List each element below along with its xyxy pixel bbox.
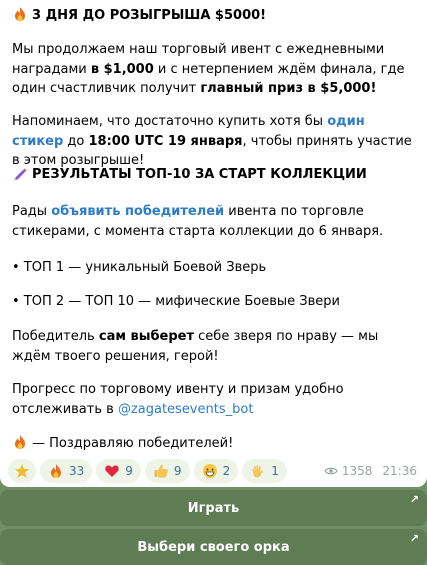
bot-link[interactable]: @zagatesevents_bot [118, 402, 253, 417]
post-paragraph-reminder: Напоминаем, что достаточно купить хотя б… [12, 114, 412, 168]
reaction-clap[interactable]: 1 [242, 459, 287, 483]
heart-icon [105, 465, 119, 477]
reactions-bar: 33 9 9 2 1 [8, 459, 287, 483]
post-paragraph-progress: Прогресс по торговому ивенту и призам уд… [12, 382, 344, 417]
reaction-fire[interactable]: 33 [40, 459, 93, 483]
post-paragraph-winners: Рады объявить победителей ивента по торг… [12, 204, 384, 239]
eye-icon [324, 467, 338, 475]
grin-icon [202, 464, 217, 478]
post-paragraph-winner-choice: Победитель сам выберет себе зверя по нра… [12, 329, 379, 364]
post-meta: 1358 21:36 [324, 464, 417, 478]
reaction-grin[interactable]: 2 [193, 459, 239, 483]
post-congrats-line: — Поздравляю победителей! [12, 434, 417, 454]
reaction-count: 2 [222, 464, 231, 478]
pen-icon [14, 168, 27, 181]
star-icon [15, 464, 29, 478]
views-count: 1358 [341, 464, 373, 478]
reaction-count: 33 [69, 464, 85, 478]
fire-icon [51, 464, 61, 478]
reaction-count: 9 [125, 464, 133, 478]
post-time: 21:36 [382, 464, 417, 478]
reaction-count: 1 [271, 464, 279, 478]
post-list-item-top2: • ТОП 2 — ТОП 10 — мифические Боевые Зве… [12, 294, 341, 309]
channel-post: 3 ДНЯ ДО РОЗЫГРЫША $5000! Мы продолжаем … [0, 0, 427, 487]
reaction-count: 9 [173, 464, 182, 478]
fire-icon [15, 7, 25, 21]
choose-orc-button[interactable]: Выбери своего орка ↗ [0, 529, 427, 565]
reaction-heart[interactable]: 9 [96, 459, 141, 483]
reaction-thumbs-up[interactable]: 9 [144, 459, 190, 483]
post-heading-results: РЕЗУЛЬТАТЫ ТОП-10 ЗА СТАРТ КОЛЛЕКЦИИ [12, 165, 417, 185]
play-button[interactable]: Играть ↗ [0, 490, 427, 526]
external-arrow-icon: ↗ [409, 493, 419, 506]
post-paragraph-intro: Мы продолжаем наш торговый ивент с ежедн… [12, 42, 405, 96]
post-heading-giveaway: 3 ДНЯ ДО РОЗЫГРЫША $5000! [12, 6, 417, 26]
telegram-channel-view: 3 ДНЯ ДО РОЗЫГРЫША $5000! Мы продолжаем … [0, 0, 427, 565]
reaction-star[interactable] [8, 459, 36, 483]
clap-icon [252, 465, 264, 478]
external-arrow-icon: ↗ [409, 532, 419, 545]
post-list-item-top1: • ТОП 1 — уникальный Боевой Зверь [12, 260, 267, 275]
winners-link[interactable]: объявить победителей [51, 204, 224, 219]
thumbs-up-icon [154, 464, 168, 478]
fire-icon [15, 435, 25, 449]
